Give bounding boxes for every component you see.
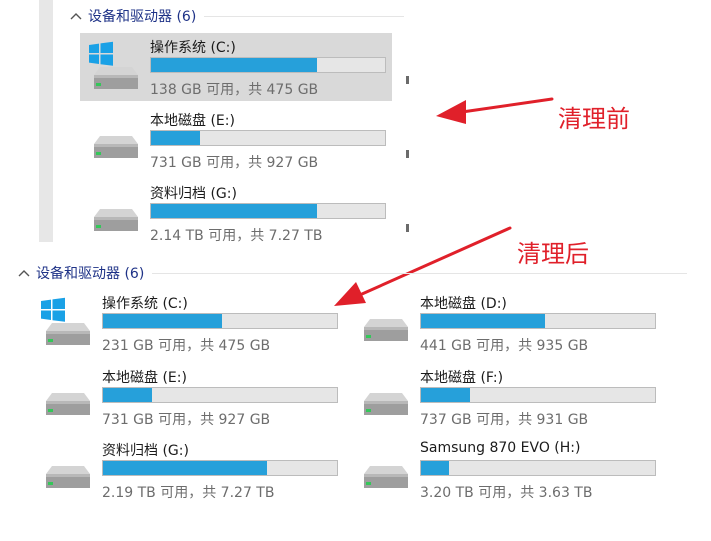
group-title: 设备和驱动器 (6): [36, 266, 145, 282]
drive-tile-h[interactable]: Samsung 870 EVO (H:) 3.20 TB 可用，共 3.63 T…: [350, 436, 660, 504]
drive-tile-g[interactable]: 资料归档 (G:) 2.19 TB 可用，共 7.27 TB: [32, 436, 342, 504]
after-panel: 设备和驱动器 (6) 操作系统 (C:) 231 GB 可用，共 475 GB …: [0, 242, 711, 541]
usage-bar-fill: [421, 388, 471, 402]
drive-tile-c[interactable]: 操作系统 (C:) 231 GB 可用，共 475 GB: [32, 289, 342, 357]
hard-drive-icon: [356, 444, 412, 500]
drive-tile-d[interactable]: 本地磁盘 (D:) 441 GB 可用，共 935 GB: [350, 289, 660, 357]
usage-bar: [102, 387, 338, 403]
usage-bar-fill: [103, 388, 153, 402]
drive-space-info: 3.20 TB 可用，共 3.63 TB: [420, 485, 593, 501]
usage-bar-fill: [103, 314, 223, 328]
drive-tile-e[interactable]: 本地磁盘 (E:) 731 GB 可用，共 927 GB: [32, 363, 342, 431]
usage-bar: [102, 313, 338, 329]
usage-bar: [102, 460, 338, 476]
group-divider: [152, 272, 688, 274]
drive-space-info: 231 GB 可用，共 475 GB: [102, 338, 271, 354]
group-header-devices[interactable]: 设备和驱动器 (6): [16, 263, 688, 283]
usage-bar: [420, 387, 656, 403]
usage-bar-fill: [421, 461, 450, 475]
drive-name: 本地磁盘 (E:): [102, 370, 187, 386]
drive-space-info: 441 GB 可用，共 935 GB: [420, 338, 589, 354]
drive-space-info: 731 GB 可用，共 927 GB: [102, 412, 271, 428]
drive-name: Samsung 870 EVO (H:): [420, 440, 581, 456]
hard-drive-icon: [356, 371, 412, 427]
usage-bar-fill: [103, 461, 267, 475]
drive-name: 本地磁盘 (D:): [420, 296, 507, 312]
drive-name: 操作系统 (C:): [102, 296, 188, 312]
hard-drive-icon: [356, 297, 412, 353]
windows-drive-icon: [38, 297, 94, 353]
drive-tile-f[interactable]: 本地磁盘 (F:) 737 GB 可用，共 931 GB: [350, 363, 660, 431]
drive-name: 资料归档 (G:): [102, 443, 189, 459]
chevron-up-icon[interactable]: [16, 265, 32, 281]
drive-space-info: 2.19 TB 可用，共 7.27 TB: [102, 485, 275, 501]
usage-bar-fill: [421, 314, 546, 328]
drive-space-info: 737 GB 可用，共 931 GB: [420, 412, 589, 428]
hard-drive-icon: [38, 371, 94, 427]
drive-name: 本地磁盘 (F:): [420, 370, 504, 386]
usage-bar: [420, 313, 656, 329]
hard-drive-icon: [38, 444, 94, 500]
arrow-before: [436, 97, 554, 124]
usage-bar: [420, 460, 656, 476]
